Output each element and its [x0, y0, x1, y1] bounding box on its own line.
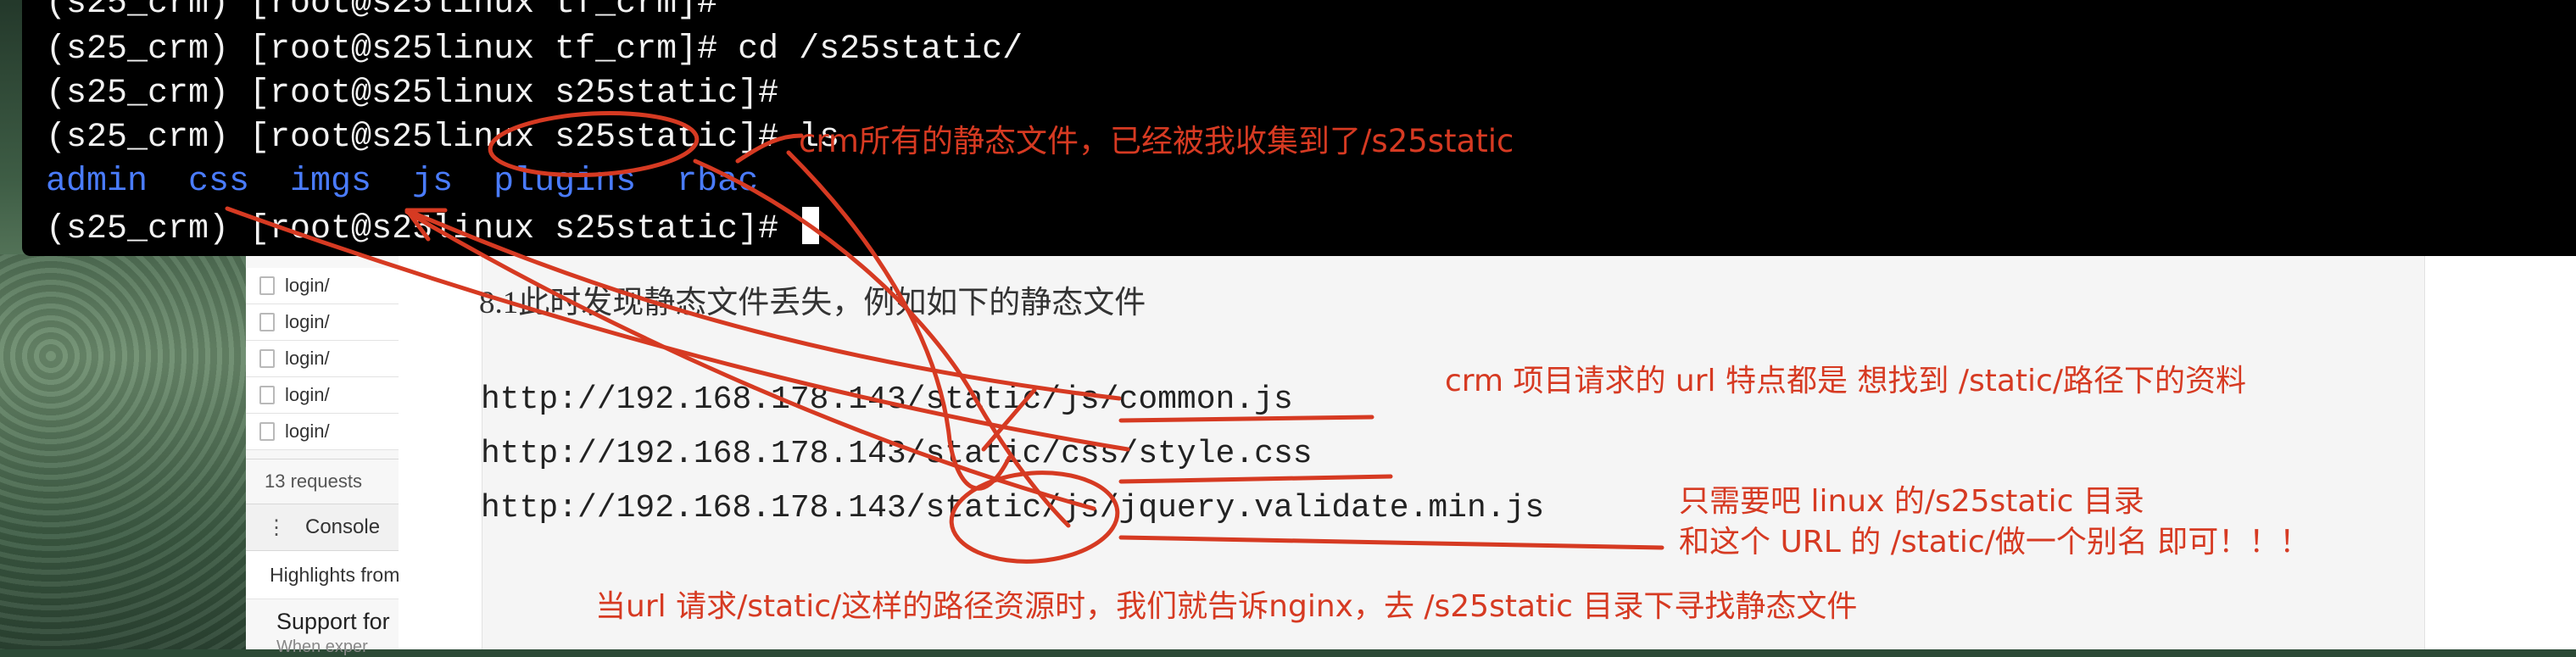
annotation-arrow-css-2 [404, 209, 1096, 511]
annotation-swirl-2 [786, 150, 1012, 491]
annotation-underline-common [1118, 415, 1374, 423]
annotation-underline-jquery [1118, 535, 1664, 550]
annotation-arrow-css [225, 206, 1130, 452]
annotation-underline-style [1118, 474, 1393, 484]
annotation-circle-s25static [488, 110, 700, 178]
annotation-slash [981, 387, 1037, 452]
annotation-url-feature: crm 项目请求的 url 特点都是 想找到 /static/路径下的资料 [1445, 364, 2246, 398]
annotation-nginx-note: 当url 请求/static/这样的路径资源时，我们就告诉nginx，去 /s2… [595, 589, 1858, 624]
annotation-collected: crm所有的静态文件，已经被我收集到了/s25static [799, 123, 1514, 159]
annotation-swirl [693, 159, 1071, 528]
annotation-circle-static [949, 470, 1120, 564]
annotation-alias-line2: 和这个 URL 的 /static/做一个别名 即可！！！ [1679, 525, 2311, 560]
annotation-alias-line1: 只需要吧 linux 的/s25static 目录 [1679, 484, 2144, 519]
